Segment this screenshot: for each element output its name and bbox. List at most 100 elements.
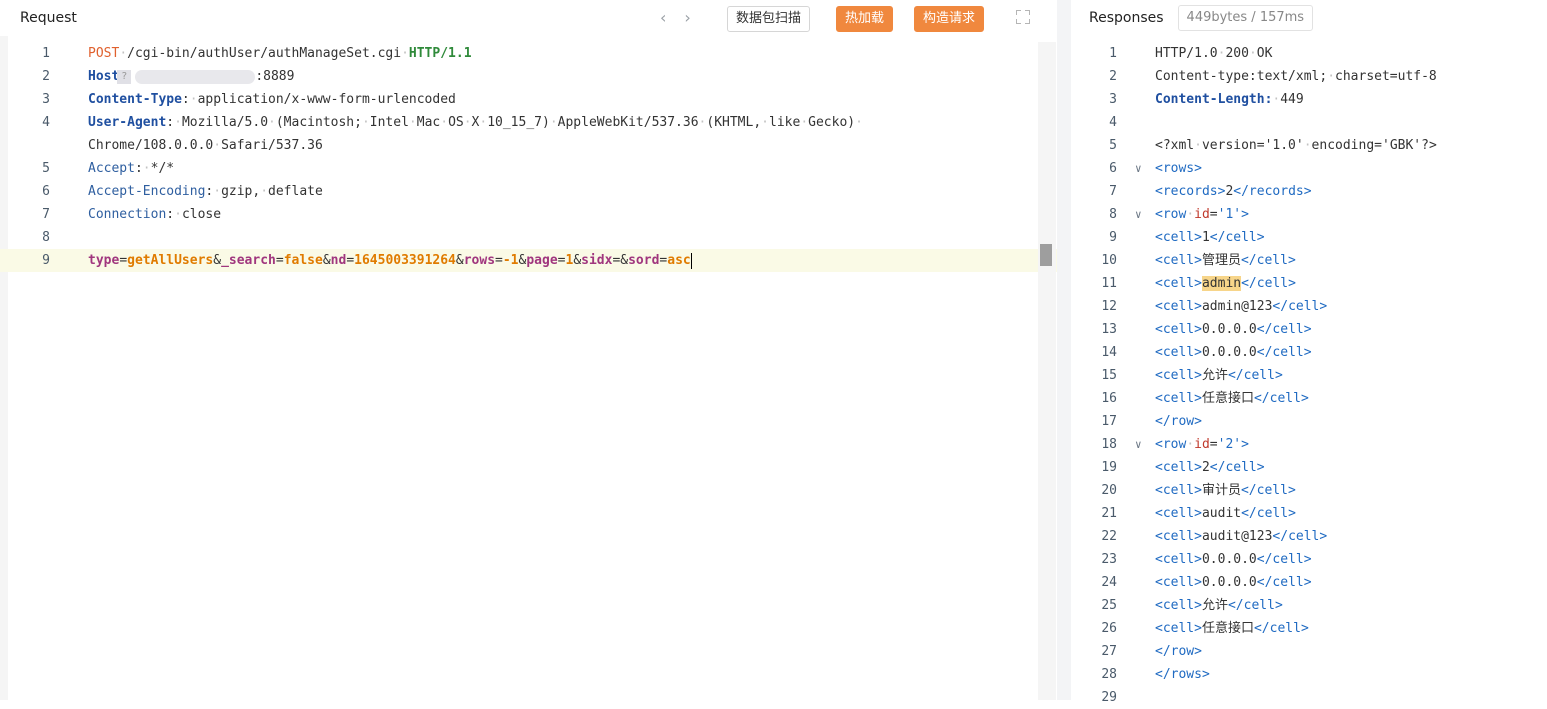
token: <cell>: [1155, 276, 1202, 291]
code-line[interactable]: 14 <cell>0.0.0.0</cell>: [1071, 341, 1547, 364]
line-content: Content-type:text/xml;·charset=utf-8: [1155, 65, 1437, 88]
line-number: 21: [1101, 506, 1117, 521]
line-content: Content-Type:·application/x-www-form-url…: [88, 88, 456, 111]
code-line[interactable]: 26 <cell>任意接口</cell>: [1071, 617, 1547, 640]
code-line[interactable]: 19 <cell>2</cell>: [1071, 456, 1547, 479]
code-line[interactable]: 12 <cell>admin@123</cell>: [1071, 295, 1547, 318]
code-line[interactable]: 9 <cell>1</cell>: [1071, 226, 1547, 249]
code-line[interactable]: 4: [1071, 111, 1547, 134]
code-line[interactable]: 1 POST·/cgi-bin/authUser/authManageSet.cg…: [0, 42, 1057, 65]
line-number: 26: [1101, 621, 1117, 636]
code-line[interactable]: 1 HTTP/1.0·200·OK: [1071, 42, 1547, 65]
code-line[interactable]: 13 <cell>0.0.0.0</cell>: [1071, 318, 1547, 341]
line-number: 8: [1109, 207, 1117, 222]
token: <cell>: [1155, 368, 1202, 383]
code-line[interactable]: 29: [1071, 686, 1547, 709]
token: _search: [221, 253, 276, 268]
code-line[interactable]: 24 <cell>0.0.0.0</cell>: [1071, 571, 1547, 594]
token: </row>: [1155, 414, 1202, 429]
pane-divider[interactable]: [1057, 0, 1071, 700]
response-viewer[interactable]: 1 HTTP/1.0·200·OK 2 Content-type:text/xml;·…: [1071, 42, 1547, 709]
code-line[interactable]: 7 <records>2</records>: [1071, 180, 1547, 203]
line-number: 23: [1101, 552, 1117, 567]
code-line[interactable]: 5 <?xml·version='1.0'·encoding='GBK'?>: [1071, 134, 1547, 157]
code-line[interactable]: 23 <cell>0.0.0.0</cell>: [1071, 548, 1547, 571]
code-line[interactable]: 8: [0, 226, 1057, 249]
code-line[interactable]: 25 <cell>允许</cell>: [1071, 594, 1547, 617]
token: :: [166, 115, 175, 130]
hot-load-button[interactable]: 热加载: [836, 6, 894, 32]
response-header: Responses 449bytes / 157ms: [1071, 0, 1547, 36]
code-line[interactable]: 3 Content-Length:·449: [1071, 88, 1547, 111]
token: POST: [88, 46, 120, 61]
line-number: 14: [1101, 345, 1117, 360]
line-number: 25: [1101, 598, 1117, 613]
code-line[interactable]: 6 Accept-Encoding:·gzip,·deflate: [0, 180, 1057, 203]
scrollbar-thumb[interactable]: [1040, 244, 1052, 266]
code-line[interactable]: 10 <cell>管理员</cell>: [1071, 249, 1547, 272]
code-line[interactable]: Chrome/108.0.0.0·Safari/537.36: [0, 134, 1057, 157]
token: ·: [189, 92, 198, 107]
line-content: </rows>: [1155, 663, 1210, 686]
line-content: <cell>允许</cell>: [1155, 594, 1283, 617]
code-line[interactable]: 28 </rows>: [1071, 663, 1547, 686]
code-line[interactable]: 27 </row>: [1071, 640, 1547, 663]
token: =: [495, 253, 503, 268]
request-vertical-scrollbar[interactable]: [1038, 42, 1056, 700]
token: ·: [800, 115, 809, 130]
line-content: <cell>允许</cell>: [1155, 364, 1283, 387]
line-number: 4: [1109, 115, 1117, 130]
code-line[interactable]: 3 Content-Type:·application/x-www-form-ur…: [0, 88, 1057, 111]
expand-icon[interactable]: [1016, 10, 1030, 24]
fold-chevron-icon[interactable]: ∨: [1135, 203, 1142, 226]
line-content: <row·id='2'>: [1155, 433, 1249, 456]
packet-scan-button[interactable]: 数据包扫描: [727, 6, 811, 32]
token: ·: [361, 115, 370, 130]
token: Mozilla/5.0: [181, 115, 269, 130]
code-line[interactable]: 2 Host?:8889: [0, 65, 1057, 88]
code-line[interactable]: 18 ∨ <row·id='2'>: [1071, 433, 1547, 456]
token: Mac: [416, 115, 441, 130]
token: <row: [1155, 207, 1187, 222]
fold-chevron-icon[interactable]: ∨: [1135, 433, 1142, 456]
token: <cell>: [1155, 575, 1202, 590]
token: ·: [174, 207, 182, 222]
token: ·: [1248, 46, 1257, 61]
token: version='1.0': [1201, 138, 1304, 153]
line-number: 15: [1101, 368, 1117, 383]
code-line[interactable]: 20 <cell>审计员</cell>: [1071, 479, 1547, 502]
code-line[interactable]: 8 ∨ <row·id='1'>: [1071, 203, 1547, 226]
line-number: 9: [42, 253, 50, 268]
line-number: 28: [1101, 667, 1117, 682]
request-editor[interactable]: 1 POST·/cgi-bin/authUser/authManageSet.cg…: [0, 42, 1057, 272]
back-arrow-icon[interactable]: ‹: [660, 8, 666, 27]
code-line[interactable]: 11 <cell>admin</cell>: [1071, 272, 1547, 295]
code-line[interactable]: 6 ∨ <rows>: [1071, 157, 1547, 180]
fold-chevron-icon[interactable]: ∨: [1135, 157, 1142, 180]
code-line[interactable]: 2 Content-type:text/xml;·charset=utf-8: [1071, 65, 1547, 88]
token: 允许: [1201, 368, 1228, 383]
token: page: [526, 253, 558, 268]
token: '1': [1217, 207, 1242, 222]
code-line[interactable]: 22 <cell>audit@123</cell>: [1071, 525, 1547, 548]
line-content: Host?:8889: [88, 65, 294, 88]
code-line[interactable]: 5 Accept:·*/*: [0, 157, 1057, 180]
line-content: <cell>admin@123</cell>: [1155, 295, 1327, 318]
line-number: 3: [42, 92, 50, 107]
code-line[interactable]: 16 <cell>任意接口</cell>: [1071, 387, 1547, 410]
code-line[interactable]: 21 <cell>audit</cell>: [1071, 502, 1547, 525]
code-line[interactable]: 17 </row>: [1071, 410, 1547, 433]
token: <?xml: [1155, 138, 1195, 153]
token: =&: [612, 253, 629, 268]
code-line[interactable]: 7 Connection:·close: [0, 203, 1057, 226]
code-line[interactable]: 9 type=getAllUsers&_search=false&nd=16450…: [0, 249, 1057, 272]
token: </row>: [1155, 644, 1202, 659]
code-line[interactable]: 4 User-Agent:·Mozilla/5.0·(Macintosh;·Int…: [0, 111, 1057, 134]
token: :: [181, 92, 190, 107]
token: HTTP/1.0: [1155, 46, 1218, 61]
token: 10_15_7): [487, 115, 550, 130]
token: admin@123: [1201, 299, 1273, 314]
code-line[interactable]: 15 <cell>允许</cell>: [1071, 364, 1547, 387]
forward-arrow-icon[interactable]: ›: [684, 8, 690, 27]
build-request-button[interactable]: 构造请求: [914, 6, 985, 32]
